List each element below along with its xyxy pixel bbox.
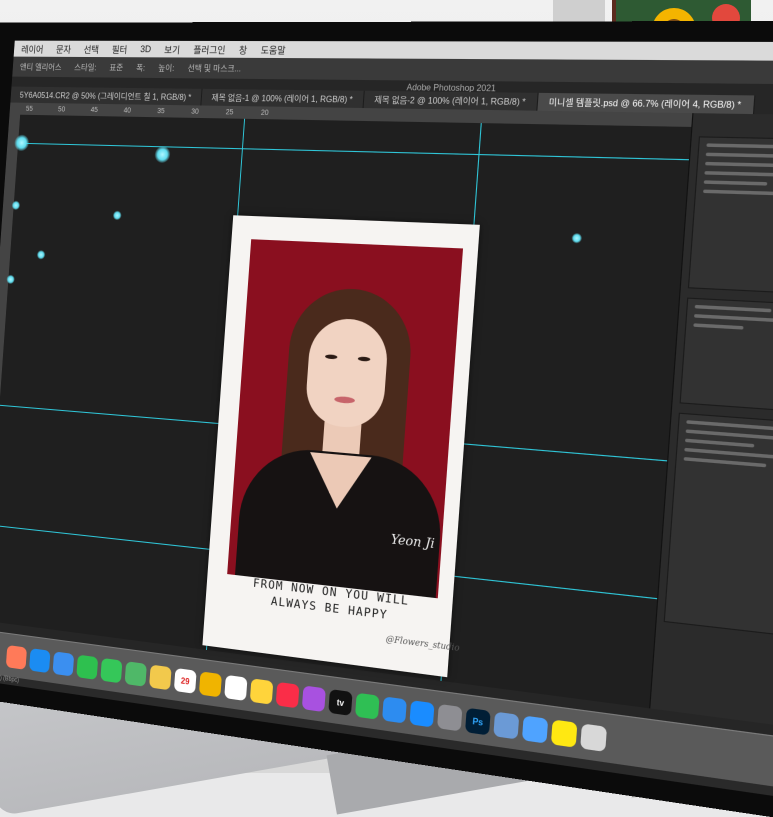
reminders-icon[interactable] xyxy=(224,675,247,701)
keynote-icon[interactable] xyxy=(382,696,407,723)
width-label: 폭: xyxy=(136,62,146,73)
menu-type[interactable]: 문자 xyxy=(56,42,72,55)
ruler-tick: 25 xyxy=(226,109,234,116)
music-icon[interactable] xyxy=(276,682,300,709)
anti-alias-checkbox[interactable]: 앤티 앨리어스 xyxy=(20,61,62,72)
photoshop-icon[interactable]: Ps xyxy=(465,708,491,736)
properties-panel[interactable] xyxy=(688,136,773,294)
ruler-tick: 45 xyxy=(90,106,98,113)
launchpad-icon[interactable] xyxy=(6,645,27,670)
mail-icon[interactable] xyxy=(53,651,75,676)
appletv-icon[interactable]: tv xyxy=(328,689,352,716)
maps-icon[interactable] xyxy=(125,661,147,687)
screen-perspective: 레이어 문자 선택 필터 3D 보기 플러그인 창 도움말 앤티 앨리어스 스타… xyxy=(0,0,773,773)
studio-watermark: @Flowers_studio xyxy=(385,634,459,653)
kakaotalk-icon[interactable] xyxy=(551,719,578,747)
menu-view[interactable]: 보기 xyxy=(164,42,181,55)
notes-icon[interactable] xyxy=(250,678,274,704)
ruler-tick: 50 xyxy=(58,106,66,113)
id-photo: Yeon Ji xyxy=(227,239,463,598)
guide-marker xyxy=(571,233,582,244)
guide-line[interactable] xyxy=(18,143,690,161)
document-card: Yeon Ji FROM NOW ON YOU WILL ALWAYS BE H… xyxy=(202,215,479,677)
layers-panel[interactable] xyxy=(664,413,773,637)
ruler-tick: 35 xyxy=(157,107,165,114)
height-label: 높이: xyxy=(158,62,175,73)
portrait-lips xyxy=(334,396,355,404)
numbers-icon[interactable] xyxy=(355,693,380,720)
safari-icon[interactable] xyxy=(29,648,50,673)
menu-help[interactable]: 도움말 xyxy=(260,43,286,57)
options-bar: 앤티 앨리어스 스타일: 표준 폭: 높이: 선택 및 마스크... xyxy=(12,57,773,85)
ruler-tick: 30 xyxy=(191,108,199,115)
trash-icon[interactable] xyxy=(580,723,607,751)
menu-layer[interactable]: 레이어 xyxy=(21,42,44,55)
photoshop-window: 레이어 문자 선택 필터 3D 보기 플러그인 창 도움말 앤티 앨리어스 스타… xyxy=(0,41,773,799)
guide-marker xyxy=(37,250,46,259)
menu-window[interactable]: 창 xyxy=(239,43,248,57)
menu-filter[interactable]: 필터 xyxy=(111,42,127,55)
guide-marker xyxy=(14,135,29,151)
menu-plugins[interactable]: 플러그인 xyxy=(193,42,226,56)
canvas-area[interactable]: Yeon Ji FROM NOW ON YOU WILL ALWAYS BE H… xyxy=(0,115,692,709)
facetime-icon[interactable] xyxy=(76,655,98,680)
portrait-eye xyxy=(325,354,338,359)
ruler-tick: 20 xyxy=(261,109,269,117)
portrait-eye xyxy=(358,356,371,361)
calendar-icon[interactable]: 29 xyxy=(174,668,197,694)
guide-marker xyxy=(154,146,170,163)
menu-3d[interactable]: 3D xyxy=(140,44,152,54)
guide-marker xyxy=(12,201,21,210)
settings-icon[interactable] xyxy=(437,704,462,732)
style-select[interactable]: 표준 xyxy=(109,62,123,73)
ruler-tick: 55 xyxy=(26,105,33,112)
photos-icon[interactable] xyxy=(149,665,172,691)
menu-select[interactable]: 선택 xyxy=(83,42,99,55)
messages-icon[interactable] xyxy=(100,658,122,683)
podcasts-icon[interactable] xyxy=(302,685,326,712)
preview-icon[interactable] xyxy=(493,712,519,740)
guide-marker xyxy=(6,275,15,284)
guide-marker xyxy=(113,211,122,221)
select-and-mask-button[interactable]: 선택 및 마스크... xyxy=(187,62,241,74)
chrome-icon[interactable] xyxy=(199,671,222,697)
finder-icon[interactable] xyxy=(522,716,548,744)
adjustments-panel[interactable] xyxy=(680,298,773,413)
ruler-tick: 40 xyxy=(123,107,131,114)
style-label: 스타일: xyxy=(74,61,97,72)
appstore-icon[interactable] xyxy=(409,700,434,727)
